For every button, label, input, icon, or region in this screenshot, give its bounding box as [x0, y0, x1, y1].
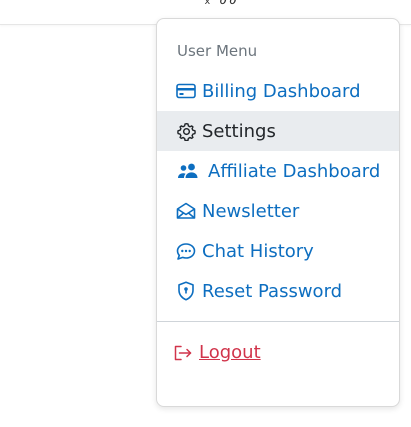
gear-icon — [176, 121, 196, 141]
credit-card-icon — [176, 81, 196, 101]
menu-header: User Menu — [177, 42, 258, 60]
topbar-partial-text: ₓ ∂∂ — [204, 0, 239, 7]
logout-link[interactable]: Logout — [173, 342, 261, 363]
shield-lock-icon — [176, 281, 196, 301]
envelope-icon — [176, 201, 196, 221]
chat-dots-icon — [176, 241, 196, 261]
menu-item-label: Reset Password — [202, 280, 343, 302]
menu-item-chat-history[interactable]: Chat History — [157, 231, 399, 271]
menu-item-label: Billing Dashboard — [202, 80, 361, 102]
menu-item-label: Affiliate Dashboard — [208, 160, 381, 182]
people-icon — [176, 161, 200, 181]
menu-divider — [157, 321, 399, 322]
page: ₓ ∂∂ User Menu Billing Dashboard — [0, 0, 411, 427]
menu-item-newsletter[interactable]: Newsletter — [157, 191, 399, 231]
logout-icon — [173, 343, 193, 363]
menu-item-label: Newsletter — [202, 200, 300, 222]
menu-item-billing-dashboard[interactable]: Billing Dashboard — [157, 71, 399, 111]
menu-item-reset-password[interactable]: Reset Password — [157, 271, 399, 311]
logout-label: Logout — [199, 342, 261, 363]
menu-list: Billing Dashboard Settings Affiliate Das… — [157, 71, 399, 311]
user-menu-dropdown: User Menu Billing Dashboard Settings Aff… — [156, 18, 400, 407]
menu-item-settings[interactable]: Settings — [157, 111, 399, 151]
menu-item-label: Settings — [202, 120, 276, 142]
menu-item-affiliate-dashboard[interactable]: Affiliate Dashboard — [157, 151, 399, 191]
menu-item-label: Chat History — [202, 240, 314, 262]
